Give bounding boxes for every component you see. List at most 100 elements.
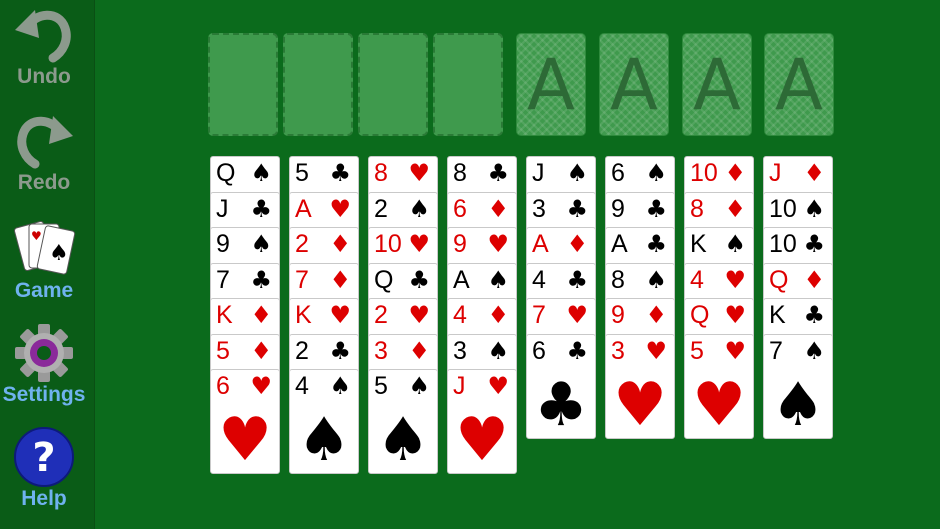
playing-card[interactable]: 3 ♥ ♥ (605, 334, 675, 439)
playing-card[interactable]: 5 ♥ ♥ (684, 334, 754, 439)
card-rank: J (769, 159, 782, 187)
card-suit: ♦ (408, 337, 430, 365)
help-button[interactable]: ? Help (0, 426, 88, 510)
playing-card[interactable]: J ♥ ♥ (447, 369, 517, 474)
card-suit-large: ♥ (692, 370, 746, 440)
card-rank: 7 (295, 266, 309, 294)
card-rank: 8 (374, 159, 388, 187)
foundation-pile[interactable]: A (682, 33, 752, 136)
card-rank: 10 (769, 195, 797, 223)
card-rank: 10 (374, 230, 402, 258)
playing-card[interactable]: 6 ♣ ♣ (526, 334, 596, 439)
card-rank: 5 (690, 337, 704, 365)
card-suit-large: ♠ (376, 405, 430, 475)
card-rank: 2 (295, 230, 309, 258)
card-rank: 6 (611, 159, 625, 187)
card-suit: ♠ (329, 372, 351, 400)
card-suit: ♦ (487, 195, 509, 223)
card-suit: ♦ (250, 301, 272, 329)
foundation-pile[interactable]: A (516, 33, 586, 136)
playing-card[interactable]: 5 ♠ ♠ (368, 369, 438, 474)
svg-text:♥: ♥ (31, 229, 42, 243)
redo-label: Redo (17, 171, 71, 194)
card-suit: ♦ (487, 301, 509, 329)
card-suit: ♦ (329, 266, 351, 294)
card-suit: ♥ (408, 230, 430, 258)
playing-card[interactable]: 7 ♠ ♠ (763, 334, 833, 439)
card-suit: ♣ (566, 337, 588, 365)
redo-button[interactable]: Redo (0, 108, 88, 194)
card-rank: 8 (611, 266, 625, 294)
playing-card[interactable]: 6 ♥ ♥ (210, 369, 280, 474)
card-suit: ♦ (724, 159, 746, 187)
foundation-pile[interactable]: A (599, 33, 669, 136)
foundation-label: A (527, 44, 575, 126)
card-suit: ♥ (408, 159, 430, 187)
card-rank: 9 (453, 230, 467, 258)
card-suit: ♣ (803, 301, 825, 329)
card-rank: A (453, 266, 470, 294)
card-rank: 8 (453, 159, 467, 187)
card-suit: ♠ (645, 159, 667, 187)
card-suit-large: ♠ (297, 405, 351, 475)
card-suit: ♣ (566, 266, 588, 294)
card-suit-large: ♥ (613, 370, 667, 440)
card-suit: ♣ (645, 195, 667, 223)
card-suit: ♦ (645, 301, 667, 329)
card-suit: ♣ (487, 159, 509, 187)
card-rank: 3 (453, 337, 467, 365)
undo-button[interactable]: Undo (0, 2, 88, 88)
card-suit: ♠ (408, 195, 430, 223)
card-suit: ♥ (487, 230, 509, 258)
card-suit: ♠ (724, 230, 746, 258)
card-suit: ♥ (408, 301, 430, 329)
card-suit: ♦ (803, 159, 825, 187)
card-rank: 2 (295, 337, 309, 365)
card-rank: J (216, 195, 229, 223)
card-suit: ♠ (250, 230, 272, 258)
card-suit: ♦ (724, 195, 746, 223)
card-suit: ♠ (487, 337, 509, 365)
playing-card[interactable]: 4 ♠ ♠ (289, 369, 359, 474)
sidebar: Undo Redo ♠ ♥ Game Settings ? Help (0, 0, 95, 529)
card-suit-large: ♣ (534, 370, 588, 440)
card-rank: 8 (690, 195, 704, 223)
card-rank: 5 (216, 337, 230, 365)
card-suit: ♥ (645, 337, 667, 365)
redo-icon (17, 116, 73, 169)
card-suit: ♦ (250, 337, 272, 365)
card-suit: ♣ (329, 159, 351, 187)
card-rank: 7 (769, 337, 783, 365)
card-rank: K (295, 301, 312, 329)
free-cell[interactable] (208, 33, 278, 136)
card-rank: 9 (611, 301, 625, 329)
free-cell[interactable] (358, 33, 428, 136)
settings-button[interactable]: Settings (0, 322, 88, 406)
game-button[interactable]: ♠ ♥ Game (0, 218, 88, 302)
card-rank: K (769, 301, 786, 329)
card-suit: ♠ (250, 159, 272, 187)
card-rank: 4 (453, 301, 467, 329)
question-icon: ? (14, 427, 74, 487)
card-rank: A (295, 195, 312, 223)
card-suit: ♠ (645, 266, 667, 294)
card-rank: Q (374, 266, 394, 294)
settings-label: Settings (2, 383, 86, 406)
card-suit: ♣ (803, 230, 825, 258)
free-cell[interactable] (283, 33, 353, 136)
card-suit: ♥ (329, 195, 351, 223)
card-suit: ♠ (408, 372, 430, 400)
svg-text:♠: ♠ (49, 241, 69, 266)
card-rank: 10 (769, 230, 797, 258)
card-rank: 6 (216, 372, 230, 400)
free-cell[interactable] (433, 33, 503, 136)
card-suit: ♣ (645, 230, 667, 258)
foundation-label: A (775, 44, 823, 126)
card-rank: Q (769, 266, 789, 294)
foundation-pile[interactable]: A (764, 33, 834, 136)
card-rank: 9 (216, 230, 230, 258)
card-suit: ♦ (329, 230, 351, 258)
card-suit-large: ♠ (771, 370, 825, 440)
card-rank: 3 (611, 337, 625, 365)
card-rank: Q (690, 301, 710, 329)
